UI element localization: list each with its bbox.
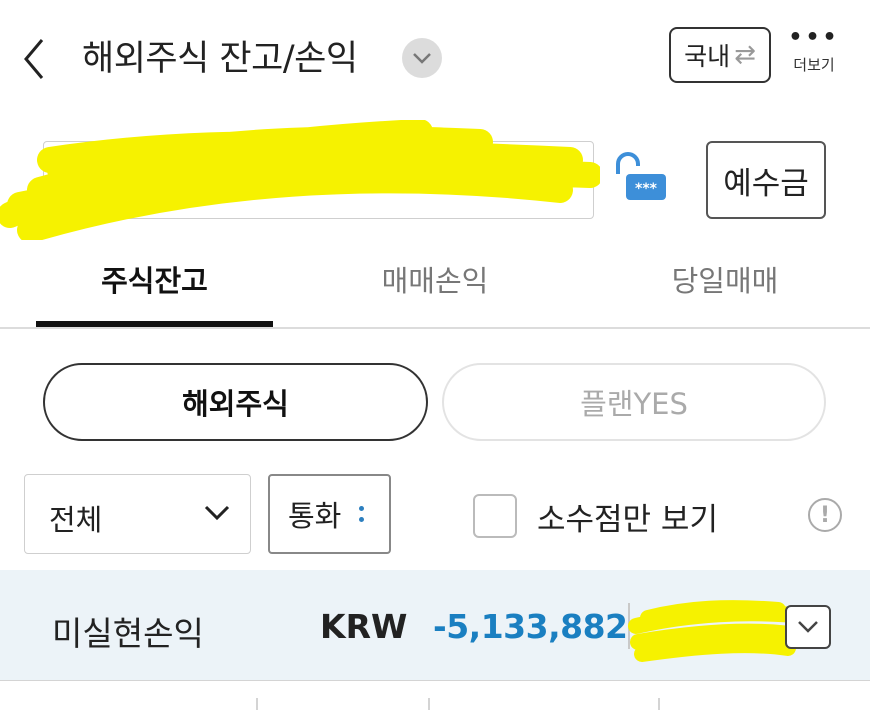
more-dots-icon: •••	[788, 25, 840, 50]
back-button[interactable]	[18, 36, 54, 82]
table-column-divider	[428, 698, 430, 710]
fraction-only-label[interactable]: 소수점만 보기	[537, 494, 718, 539]
kebab-icon	[359, 506, 365, 522]
tab-stock-balance[interactable]: 주식잔고	[36, 258, 273, 328]
scope-value: 전체	[49, 503, 103, 537]
domestic-label: 국내	[684, 42, 731, 71]
info-circle-icon[interactable]: !	[808, 498, 842, 532]
chevron-left-icon	[24, 39, 44, 79]
account-selector[interactable]: ··· - ·· - ···	[43, 141, 594, 219]
chevron-down-icon	[413, 53, 431, 64]
more-label: 더보기	[793, 56, 835, 74]
segment-plan-yes[interactable]: 플랜YES	[442, 363, 826, 441]
currency-button[interactable]: 통화	[268, 474, 391, 554]
chevron-down-icon	[204, 505, 230, 521]
unlock-password-icon: ***	[616, 152, 666, 200]
tab-divider	[0, 327, 870, 329]
title-dropdown-button[interactable]	[402, 38, 442, 78]
page-title: 해외주식 잔고/손익	[82, 39, 358, 79]
chevron-down-icon	[798, 621, 818, 633]
table-column-divider	[256, 698, 258, 710]
scope-select[interactable]: 전체	[24, 474, 251, 554]
currency-label: 통화	[288, 499, 342, 533]
password-lock-button[interactable]: ***	[612, 152, 668, 204]
table-column-divider	[658, 698, 660, 710]
expand-summary-button[interactable]	[785, 605, 831, 649]
tab-active-indicator	[36, 321, 273, 327]
swap-arrows-icon: ⇄	[734, 40, 756, 70]
unrealized-pnl-value: -5,133,882	[433, 607, 628, 646]
table-header-edge	[0, 680, 870, 708]
deposit-button[interactable]: 예수금	[706, 141, 826, 219]
chevron-down-icon	[553, 168, 575, 182]
summary-divider	[628, 603, 630, 649]
lock-mask-text: ***	[635, 181, 658, 197]
more-button[interactable]: ••• 더보기	[788, 25, 840, 84]
account-number: ··· - ·· - ···	[64, 164, 173, 192]
fraction-only-checkbox[interactable]	[473, 494, 517, 538]
unrealized-pnl-label: 미실현손익	[52, 614, 204, 653]
currency-code: KRW	[320, 607, 408, 646]
tab-daily-trade[interactable]: 당일매매	[610, 258, 840, 328]
tab-trade-pnl[interactable]: 매매손익	[330, 258, 540, 328]
segment-overseas-stock[interactable]: 해외주식	[43, 363, 428, 441]
domestic-toggle-button[interactable]: 국내 ⇄	[669, 27, 771, 83]
